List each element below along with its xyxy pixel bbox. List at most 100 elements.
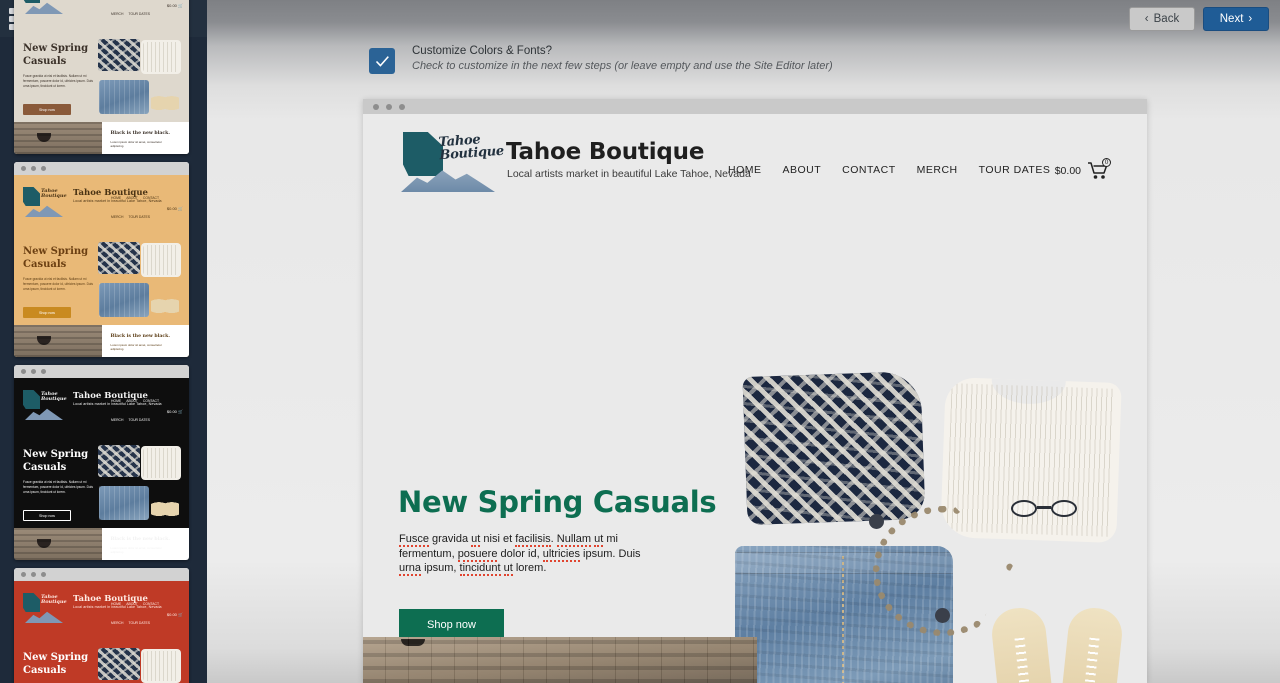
cart-total: $0.00: [1054, 164, 1081, 177]
paragraph-text: dolor id,: [497, 547, 543, 560]
thumbnail-logo: TahoeBoutique: [23, 390, 67, 420]
nevada-state-icon: [403, 132, 443, 176]
thumbnail-cart: $0.00 🛒: [166, 409, 183, 414]
theme-variation-thumbnail[interactable]: TahoeBoutiqueTahoe BoutiqueLocal artists…: [14, 568, 189, 683]
tank-neckline: [990, 376, 1067, 406]
mountains-icon: [25, 2, 63, 14]
denim-shorts-image: [99, 283, 149, 317]
shopping-cart-icon[interactable]: 0: [1087, 158, 1111, 180]
thumbnail-nav-item: MERCH: [111, 621, 124, 625]
thumbnail-nav-item: TOUR DATES: [128, 621, 150, 625]
site-nav-item-about[interactable]: ABOUT: [783, 164, 822, 176]
site-nav-item-home[interactable]: HOME: [728, 164, 762, 176]
site-preview-window[interactable]: Tahoe Boutique Tahoe Boutique Local arti…: [363, 99, 1147, 683]
pendant-lamp-icon: [401, 639, 425, 646]
spellcheck-word: ultricies: [542, 547, 580, 562]
site-nav[interactable]: HOME ABOUT CONTACT MERCH TOUR DATES: [728, 164, 1050, 176]
bottom-image-strip: [363, 637, 1147, 683]
logo-script-line2: Boutique: [439, 143, 505, 164]
thumbnail-strip-heading: Black is the new black.: [110, 334, 170, 339]
hero-paragraph: Fusce gravida ut nisi et facilisis. Null…: [399, 532, 657, 577]
site-nav-item-contact[interactable]: CONTACT: [842, 164, 895, 176]
tropical-print-top-image: [98, 39, 140, 71]
top-toolbar: ‹ Back Next ›: [207, 0, 1280, 38]
thumbnail-nav-item: ABOUT: [126, 399, 138, 403]
thumbnail-site-preview: TahoeBoutiqueTahoe BoutiqueLocal artists…: [14, 581, 189, 683]
thumbnail-shop-now-button: Shop now: [23, 104, 71, 115]
next-button[interactable]: Next ›: [1203, 7, 1269, 31]
thumbnail-hero-title: New Spring Casuals: [23, 449, 89, 473]
window-dot-close[interactable]: [373, 103, 379, 110]
thumbnail-nav-item: CONTACT: [142, 399, 160, 403]
customize-option-row: Customize Colors & Fonts? Check to custo…: [369, 45, 833, 74]
theme-variation-thumbnail[interactable]: TahoeBoutiqueTahoe BoutiqueLocal artists…: [14, 365, 189, 560]
wood-ceiling-image: [14, 122, 102, 154]
thumbnail-hero: New Spring Casuals Fusce gravida ut nisi …: [14, 436, 189, 528]
back-button[interactable]: ‹ Back: [1129, 7, 1195, 31]
theme-variation-thumbnail[interactable]: TahoeBoutiqueTahoe BoutiqueLocal artists…: [14, 162, 189, 357]
logo-script-text: Tahoe Boutique: [41, 391, 67, 402]
shop-now-button[interactable]: Shop now: [399, 609, 504, 640]
paragraph-text: lorem.: [512, 562, 547, 575]
window-dot-maximize[interactable]: [399, 103, 405, 110]
thumbnail-hero: New Spring Casuals Fusce gravida ut nisi …: [14, 30, 189, 122]
thumbnail-hero-title: New Spring Casuals: [23, 652, 89, 676]
thumbnail-site-nav: HOME ABOUT CONTACT MERCH TOUR DATES: [111, 186, 181, 224]
thumbnail-site-preview: TahoeBoutiqueTahoe BoutiqueLocal artists…: [14, 0, 189, 154]
main-area: ‹ Back Next › Customize Colors & Fonts? …: [207, 0, 1280, 683]
thumbnail-strip-paragraph: Lorem ipsum dolor sit amet, consectetur …: [110, 343, 162, 351]
spellcheck-word: ut: [594, 533, 604, 547]
wood-ceiling-image: [363, 637, 757, 683]
tropical-print-top-image: [98, 445, 140, 477]
site-logo[interactable]: Tahoe Boutique: [401, 132, 504, 192]
customize-colors-fonts-checkbox[interactable]: [369, 48, 395, 74]
oxford-shoes-image: [151, 497, 179, 519]
thumbnail-logo: TahoeBoutique: [23, 187, 67, 217]
thumbnail-bottom-strip: Black is the new black. Lorem ipsum dolor…: [14, 122, 189, 154]
thumbnail-nav-item: TOUR DATES: [128, 215, 150, 219]
mountains-icon: [25, 205, 63, 217]
chain-belt-image: [869, 506, 1013, 636]
window-dot-minimize[interactable]: [386, 103, 392, 110]
thumbnail-nav-item: MERCH: [111, 12, 124, 16]
customize-option-text: Customize Colors & Fonts? Check to custo…: [412, 45, 833, 72]
wood-ceiling-image: [14, 325, 102, 357]
white-knit-tank-image: [141, 40, 181, 74]
site-name: Tahoe Boutique: [506, 139, 705, 165]
thumbnail-strip-paragraph: Lorem ipsum dolor sit amet, consectetur …: [110, 546, 162, 554]
thumbnail-nav-item: HOME: [111, 196, 122, 200]
paragraph-text: .: [550, 533, 557, 545]
theme-variation-list[interactable]: TahoeBoutiqueTahoe BoutiqueLocal artists…: [0, 0, 207, 683]
thumbnail-shop-now-button: Shop now: [23, 307, 71, 318]
thumbnail-site-preview: TahoeBoutiqueTahoe BoutiqueLocal artists…: [14, 175, 189, 357]
eyeglasses-image: [1011, 498, 1077, 520]
thumbnail-product-photo: [95, 645, 185, 683]
thumbnail-product-photo: [95, 442, 185, 524]
thumbnail-hero: New Spring Casuals Fusce gravida ut nisi …: [14, 233, 189, 325]
cart-area[interactable]: $0.00 0: [1054, 158, 1111, 180]
spellcheck-word: Fusce: [399, 533, 429, 547]
paragraph-text: gravida: [428, 533, 472, 545]
spellcheck-word: posuere: [457, 547, 498, 562]
customize-option-hint: Check to customize in the next few steps…: [412, 60, 833, 72]
thumbnail-product-photo: [95, 36, 185, 118]
thumbnail-nav-item: CONTACT: [142, 196, 160, 200]
thumbnail-strip-paragraph: Lorem ipsum dolor sit amet, consectetur …: [110, 140, 162, 148]
pendant-lamp-icon: [36, 336, 51, 346]
mountains-icon: [25, 611, 63, 623]
paragraph-text: nisi et: [480, 533, 516, 545]
hero-section: New Spring Casuals Fusce gravida ut nisi…: [363, 202, 1147, 683]
logo-script-text: Tahoe Boutique: [438, 132, 505, 164]
pendant-lamp-icon: [36, 133, 51, 143]
white-knit-tank-image: [141, 649, 181, 683]
thumbnail-logo: TahoeBoutique: [23, 0, 67, 14]
preview-window-chrome: [363, 99, 1147, 114]
theme-variation-thumbnail[interactable]: TahoeBoutiqueTahoe BoutiqueLocal artists…: [14, 0, 189, 154]
site-nav-item-tour-dates[interactable]: TOUR DATES: [979, 164, 1051, 176]
thumbnail-site-preview: TahoeBoutiqueTahoe BoutiqueLocal artists…: [14, 378, 189, 560]
site-nav-item-merch[interactable]: MERCH: [917, 164, 958, 176]
spellcheck-word: ut: [471, 533, 481, 547]
next-button-label: Next: [1219, 13, 1244, 25]
nevada-state-icon: [23, 187, 40, 206]
mountains-icon: [25, 408, 63, 420]
